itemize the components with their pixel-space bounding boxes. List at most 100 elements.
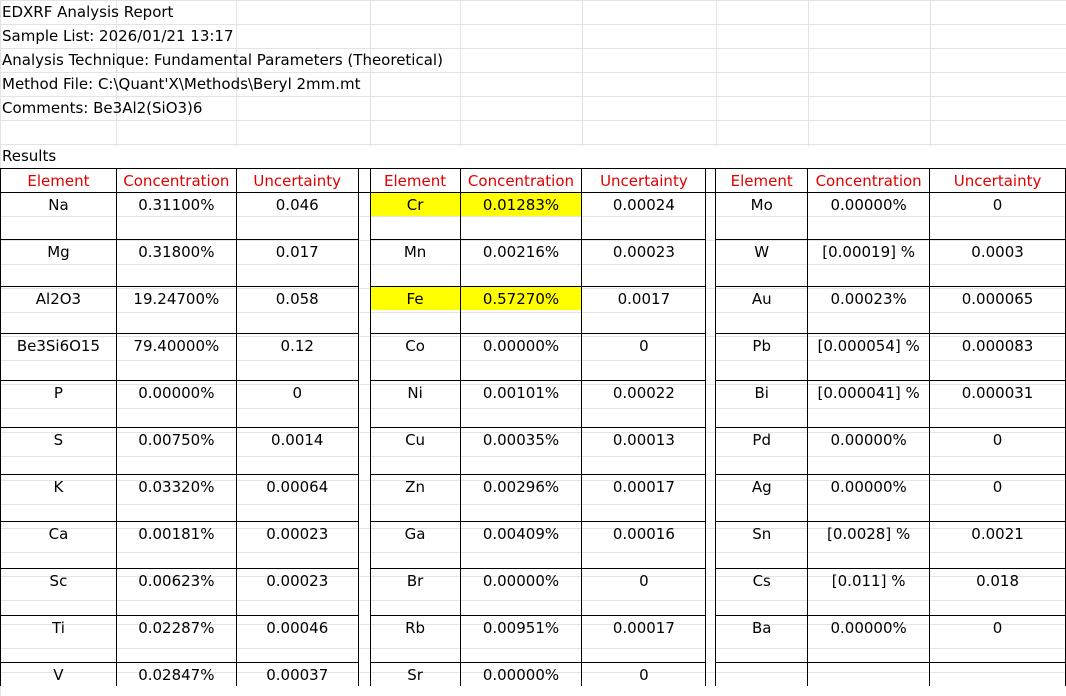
cell-empty[interactable] [0,639,117,663]
cell-empty[interactable] [581,498,707,522]
cell-uncertainty[interactable]: 0.12 [235,333,359,357]
cell-empty[interactable] [581,216,707,240]
cell-element[interactable]: Zn [369,474,461,498]
report-title[interactable]: EDXRF Analysis Report [2,0,443,24]
cell-empty[interactable] [0,263,117,287]
cell-element[interactable] [715,662,809,686]
cell-empty[interactable] [369,263,461,287]
cell-element[interactable]: Mg [0,239,117,263]
cell-empty[interactable] [459,498,583,522]
cell-empty[interactable] [715,498,809,522]
cell-empty[interactable] [115,404,237,428]
cell-empty[interactable] [369,498,461,522]
cell-empty[interactable] [115,592,237,616]
cell-empty[interactable] [0,216,117,240]
cell-element[interactable]: Ag [715,474,809,498]
cell-concentration[interactable]: 0.03320% [115,474,237,498]
cell-concentration[interactable]: 0.00000% [459,333,583,357]
cell-uncertainty[interactable]: 0.00064 [235,474,359,498]
cell-empty[interactable] [807,639,931,663]
cell-empty[interactable] [115,498,237,522]
cell-element[interactable]: Al2O3 [0,286,117,310]
cell-empty[interactable] [807,357,931,381]
cell-empty[interactable] [459,545,583,569]
cell-uncertainty[interactable]: 0.00016 [581,521,707,545]
cell-uncertainty[interactable]: 0.0021 [929,521,1066,545]
cell-concentration[interactable]: 0.00216% [459,239,583,263]
cell-empty[interactable] [369,357,461,381]
cell-element[interactable]: W [715,239,809,263]
cell-concentration[interactable]: [0.00019] % [807,239,931,263]
cell-empty[interactable] [807,451,931,475]
cell-empty[interactable] [807,404,931,428]
cell-element[interactable]: Na [0,192,117,216]
cell-concentration[interactable]: 0.00750% [115,427,237,451]
cell-concentration[interactable]: 0.02287% [115,615,237,639]
cell-empty[interactable] [369,545,461,569]
cell-empty[interactable] [715,639,809,663]
cell-concentration[interactable]: 0.31100% [115,192,237,216]
cell-empty[interactable] [369,404,461,428]
cell-empty[interactable] [715,451,809,475]
cell-element[interactable]: Br [369,568,461,592]
cell-element[interactable]: V [0,662,117,686]
method-file[interactable]: Method File: C:\Quant'X\Methods\Beryl 2m… [2,72,443,96]
cell-concentration[interactable] [807,662,931,686]
cell-empty[interactable] [807,216,931,240]
cell-uncertainty[interactable]: 0.058 [235,286,359,310]
cell-empty[interactable] [929,357,1066,381]
cell-empty[interactable] [115,216,237,240]
cell-empty[interactable] [929,592,1066,616]
cell-empty[interactable] [581,357,707,381]
cell-empty[interactable] [715,357,809,381]
cell-element[interactable]: P [0,380,117,404]
cell-empty[interactable] [929,216,1066,240]
cell-empty[interactable] [235,216,359,240]
cell-element[interactable]: Pb [715,333,809,357]
cell-empty[interactable] [235,451,359,475]
cell-concentration[interactable]: 0.00000% [459,662,583,686]
cell-empty[interactable] [459,263,583,287]
cell-element[interactable]: Cs [715,568,809,592]
cell-element[interactable]: Ca [0,521,117,545]
cell-empty[interactable] [807,310,931,334]
cell-empty[interactable] [807,498,931,522]
cell-element[interactable]: Be3Si6O15 [0,333,117,357]
cell-empty[interactable] [0,310,117,334]
cell-empty[interactable] [369,216,461,240]
cell-uncertainty[interactable]: 0.018 [929,568,1066,592]
cell-uncertainty[interactable]: 0.000031 [929,380,1066,404]
cell-uncertainty[interactable]: 0 [929,427,1066,451]
cell-concentration[interactable]: 79.40000% [115,333,237,357]
cell-uncertainty[interactable]: 0.000065 [929,286,1066,310]
cell-uncertainty[interactable]: 0.00023 [235,568,359,592]
cell-uncertainty[interactable]: 0 [929,474,1066,498]
cell-uncertainty[interactable]: 0.00023 [581,239,707,263]
cell-element[interactable]: Rb [369,615,461,639]
cell-element[interactable]: Pd [715,427,809,451]
cell-empty[interactable] [459,592,583,616]
cell-empty[interactable] [581,592,707,616]
cell-empty[interactable] [235,545,359,569]
cell-empty[interactable] [715,404,809,428]
cell-element[interactable]: Ni [369,380,461,404]
cell-concentration[interactable]: 0.00296% [459,474,583,498]
cell-concentration[interactable]: 0.00101% [459,380,583,404]
cell-empty[interactable] [459,451,583,475]
cell-concentration[interactable]: 0.00023% [807,286,931,310]
cell-element[interactable]: Ga [369,521,461,545]
cell-uncertainty[interactable]: 0 [581,333,707,357]
cell-empty[interactable] [0,592,117,616]
column-header-uncertainty[interactable]: Uncertainty [235,168,359,193]
column-header-uncertainty[interactable]: Uncertainty [929,168,1066,193]
cell-uncertainty[interactable]: 0.0017 [581,286,707,310]
cell-empty[interactable] [369,451,461,475]
cell-concentration[interactable]: 0.00000% [807,427,931,451]
cell-concentration[interactable]: 0.01283% [459,192,583,216]
cell-element[interactable]: Sc [0,568,117,592]
cell-uncertainty[interactable]: 0.0003 [929,239,1066,263]
cell-empty[interactable] [807,263,931,287]
cell-uncertainty[interactable]: 0 [581,662,707,686]
cell-empty[interactable] [581,263,707,287]
cell-concentration[interactable]: [0.000041] % [807,380,931,404]
